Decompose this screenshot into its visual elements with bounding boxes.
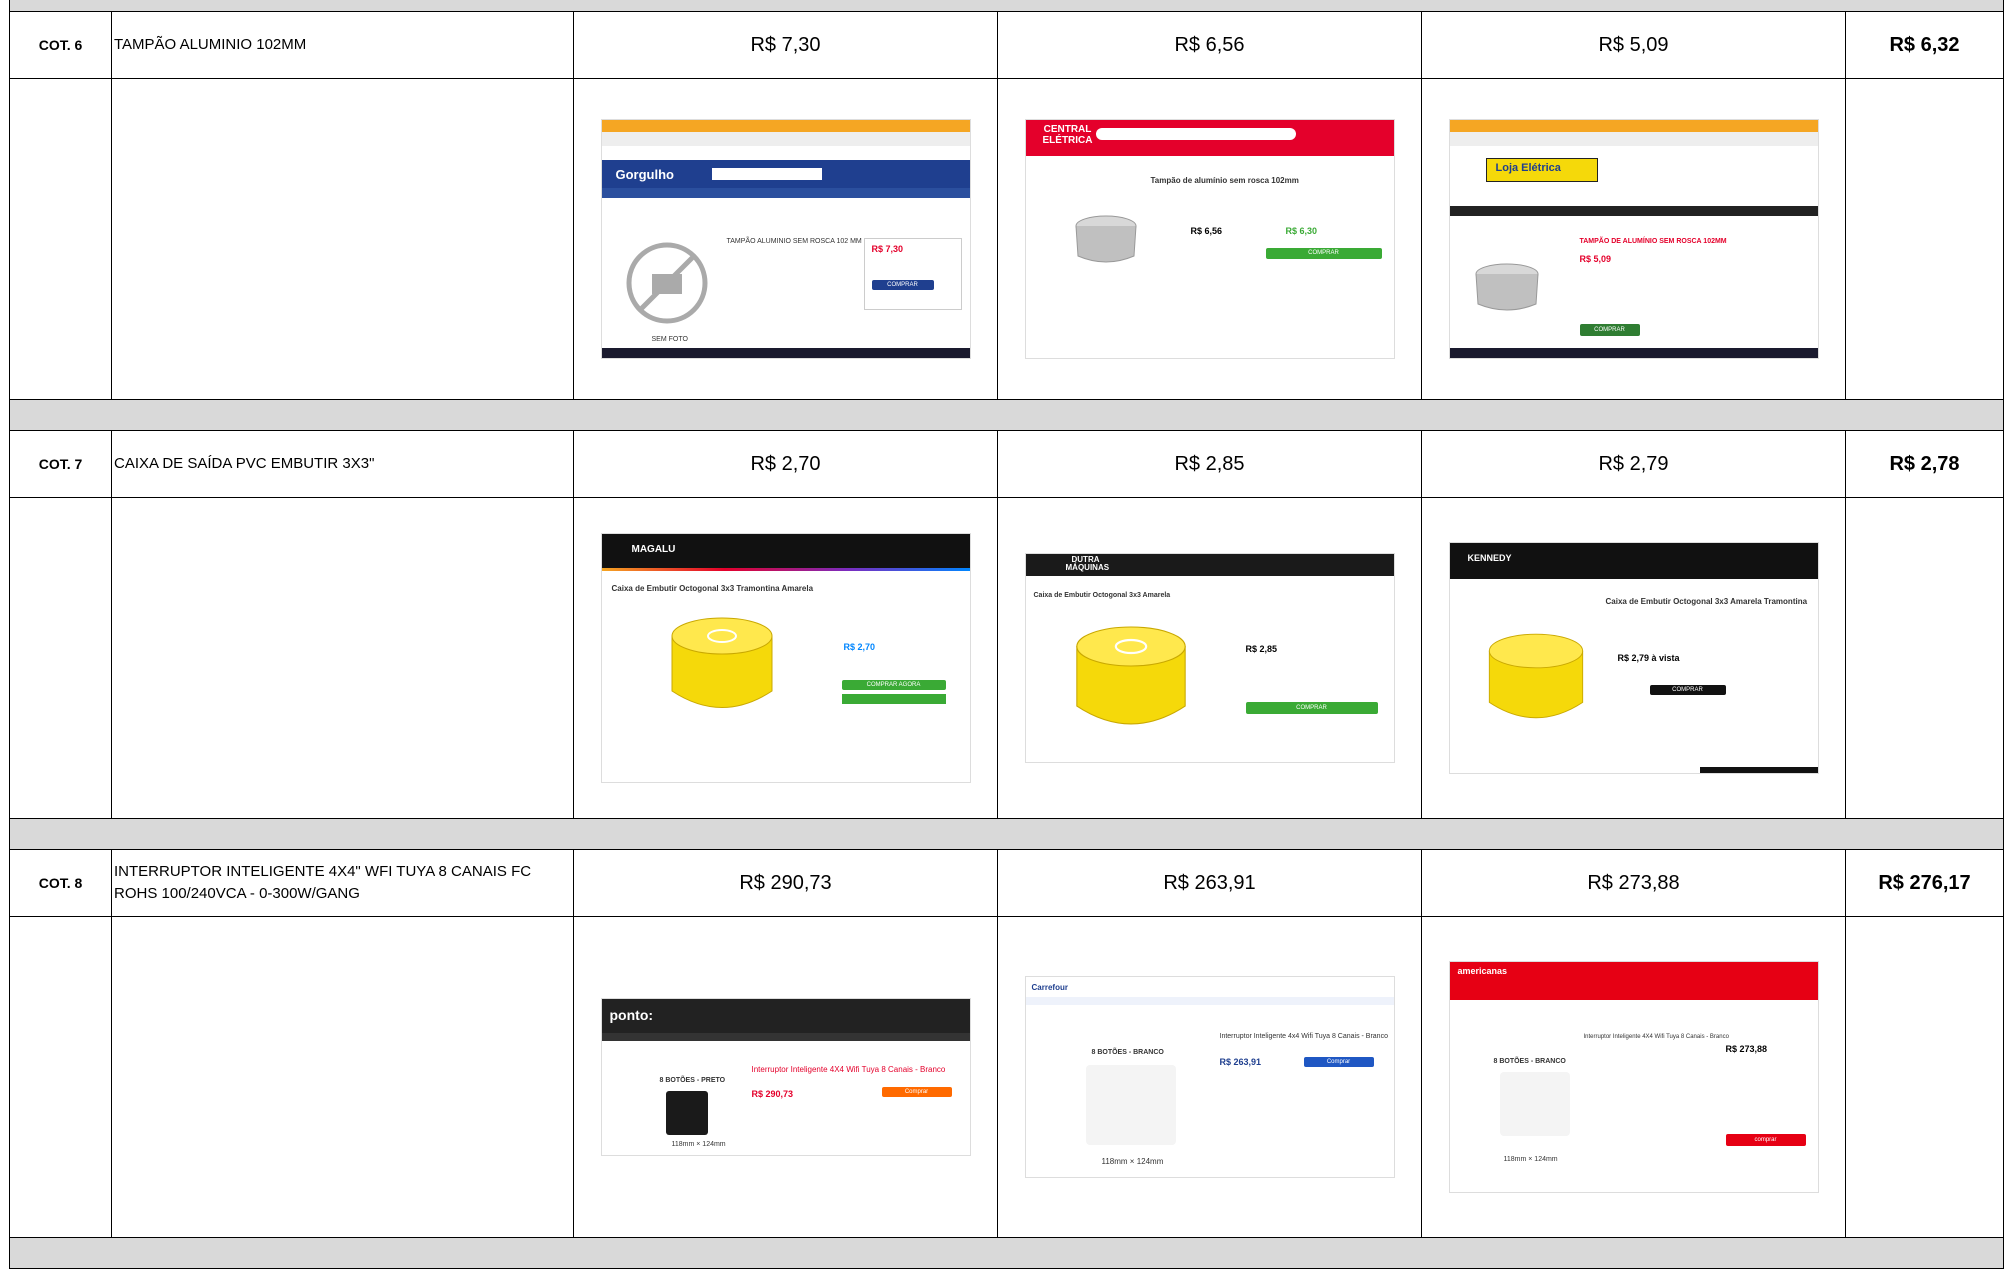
product-title: Interruptor Inteligente 4x4 Wifi Tuya 8 … xyxy=(1219,1033,1388,1040)
screenshot-loja-eletrica: Loja Elétrica TAMPÃO DE ALUMÍNIO SEM ROS… xyxy=(1448,119,1819,359)
product-title: Caixa de Embutir Octogonal 3x3 Amarela xyxy=(1033,592,1171,599)
price-supplier-1: R$ 290,73 xyxy=(573,849,998,917)
store-logo: Gorgulho xyxy=(615,167,675,182)
item-description: INTERRUPTOR INTELIGENTE 4X4" WFI TUYA 8 … xyxy=(111,849,574,917)
product-price: R$ 2,70 xyxy=(843,642,876,652)
variant-label: 8 BOTÕES - BRANCO xyxy=(1091,1049,1164,1056)
store-logo: DUTRA MÁQUINAS xyxy=(1065,555,1110,572)
price-supplier-2: R$ 6,56 xyxy=(997,11,1422,79)
store-logo: MAGALU xyxy=(631,544,676,555)
table-row: COT. 7 CAIXA DE SAÍDA PVC EMBUTIR 3X3" R… xyxy=(9,430,2004,498)
buy-button[interactable]: Comprar xyxy=(1303,1057,1374,1067)
product-price: R$ 5,09 xyxy=(1579,254,1612,264)
size-label: 118mm × 124mm xyxy=(1101,1157,1164,1166)
separator-row xyxy=(9,1237,2004,1269)
product-price: R$ 273,88 xyxy=(1725,1044,1768,1054)
average-price: R$ 276,17 xyxy=(1845,849,2004,917)
buy-button[interactable]: COMPRAR xyxy=(1579,324,1640,336)
quote-code: COT. 6 xyxy=(9,11,112,79)
screenshot-ponto: ponto: Interruptor Inteligente 4X4 Wifi … xyxy=(600,998,971,1156)
item-description: TAMPÃO ALUMINIO 102MM xyxy=(111,11,574,79)
product-price-alt: R$ 6,30 xyxy=(1285,226,1318,236)
buy-button[interactable]: COMPRAR xyxy=(1245,702,1378,714)
screenshot-gorgulho: Gorgulho SEM FOTO TAMPÃO ALUMINIO SEM RO… xyxy=(600,119,971,359)
product-title: Interruptor Inteligente 4X4 Wifi Tuya 8 … xyxy=(751,1065,946,1074)
average-price: R$ 6,32 xyxy=(1845,11,2004,79)
average-price: R$ 2,78 xyxy=(1845,430,2004,498)
aluminium-cap-image xyxy=(1075,215,1136,263)
size-label: 118mm × 124mm xyxy=(1503,1156,1558,1163)
buy-button[interactable]: COMPRAR xyxy=(871,280,934,290)
table-row: COT. 8 INTERRUPTOR INTELIGENTE 4X4" WFI … xyxy=(9,849,2004,917)
store-logo: CENTRAL ELÉTRICA xyxy=(1042,124,1093,146)
buy-button[interactable]: Comprar xyxy=(881,1087,952,1097)
junction-box-image xyxy=(1075,626,1186,725)
table-row: COT. 6 TAMPÃO ALUMINIO 102MM R$ 7,30 R$ … xyxy=(9,11,2004,79)
separator-row xyxy=(9,818,2004,850)
screenshot-americanas: americanas Interruptor Inteligente 4X4 W… xyxy=(1448,961,1819,1193)
product-title: TAMPÃO DE ALUMÍNIO SEM ROSCA 102MM xyxy=(1579,238,1727,245)
screenshot-magalu: MAGALU Caixa de Embutir Octogonal 3x3 Tr… xyxy=(600,533,971,783)
separator-row xyxy=(9,0,2004,12)
price-supplier-3: R$ 273,88 xyxy=(1421,849,1846,917)
variant-label: 8 BOTÕES - PRETO xyxy=(659,1077,726,1084)
price-quote-table: COT. 6 TAMPÃO ALUMINIO 102MM R$ 7,30 R$ … xyxy=(9,0,2004,1269)
product-price: R$ 263,91 xyxy=(1219,1057,1262,1067)
buy-button[interactable]: COMPRAR xyxy=(1649,685,1726,695)
product-title: Caixa de Embutir Octogonal 3x3 Amarela T… xyxy=(1605,597,1808,606)
store-logo: ponto: xyxy=(609,1007,654,1023)
product-title: Tampão de alumínio sem rosca 102mm xyxy=(1150,176,1299,185)
product-price: R$ 290,73 xyxy=(751,1089,794,1099)
product-title: TAMPÃO ALUMINIO SEM ROSCA 102 MM xyxy=(726,238,862,245)
buy-button[interactable]: COMPRAR AGORA xyxy=(841,680,946,690)
size-label: 118mm × 124mm xyxy=(671,1141,726,1148)
price-supplier-3: R$ 5,09 xyxy=(1421,11,1846,79)
junction-box-image xyxy=(1488,633,1583,719)
screenshot-kennedy: KENNEDY Caixa de Embutir Octogonal 3x3 A… xyxy=(1448,542,1819,774)
product-price: R$ 6,56 xyxy=(1190,226,1223,236)
store-logo: KENNEDY xyxy=(1467,553,1512,563)
store-logo: americanas xyxy=(1457,966,1508,976)
no-photo-label: SEM FOTO xyxy=(651,336,688,343)
product-price: R$ 2,79 à vista xyxy=(1617,653,1680,663)
product-title: Caixa de Embutir Octogonal 3x3 Tramontin… xyxy=(611,584,814,593)
quote-code: COT. 8 xyxy=(9,849,112,917)
store-logo: Carrefour xyxy=(1031,983,1068,992)
product-title: Interruptor Inteligente 4X4 Wifi Tuya 8 … xyxy=(1583,1034,1729,1040)
screenshot-row: MAGALU Caixa de Embutir Octogonal 3x3 Tr… xyxy=(9,497,2004,819)
price-supplier-2: R$ 2,85 xyxy=(997,430,1422,498)
screenshot-central-eletrica: CENTRAL ELÉTRICA Tampão de alumínio sem … xyxy=(1024,119,1395,359)
price-supplier-2: R$ 263,91 xyxy=(997,849,1422,917)
buy-button[interactable]: COMPRAR xyxy=(1265,248,1382,259)
buy-button[interactable]: comprar xyxy=(1725,1134,1806,1146)
separator-row xyxy=(9,399,2004,431)
screenshot-dutra: DUTRA MÁQUINAS Caixa de Embutir Octogona… xyxy=(1024,553,1395,763)
screenshot-carrefour: Carrefour Interruptor Inteligente 4x4 Wi… xyxy=(1024,976,1395,1178)
variant-label: 8 BOTÕES - BRANCO xyxy=(1493,1058,1566,1065)
price-supplier-3: R$ 2,79 xyxy=(1421,430,1846,498)
product-price: R$ 7,30 xyxy=(871,244,904,254)
item-description: CAIXA DE SAÍDA PVC EMBUTIR 3X3" xyxy=(111,430,574,498)
product-price: R$ 2,85 xyxy=(1245,644,1278,654)
junction-box-image xyxy=(671,617,772,708)
quote-code: COT. 7 xyxy=(9,430,112,498)
no-photo-icon xyxy=(626,242,707,324)
aluminium-cap-image xyxy=(1475,263,1538,311)
price-supplier-1: R$ 7,30 xyxy=(573,11,998,79)
screenshot-row: ponto: Interruptor Inteligente 4X4 Wifi … xyxy=(9,916,2004,1238)
store-logo: Loja Elétrica xyxy=(1495,162,1561,174)
screenshot-row: Gorgulho SEM FOTO TAMPÃO ALUMINIO SEM RO… xyxy=(9,78,2004,400)
price-supplier-1: R$ 2,70 xyxy=(573,430,998,498)
